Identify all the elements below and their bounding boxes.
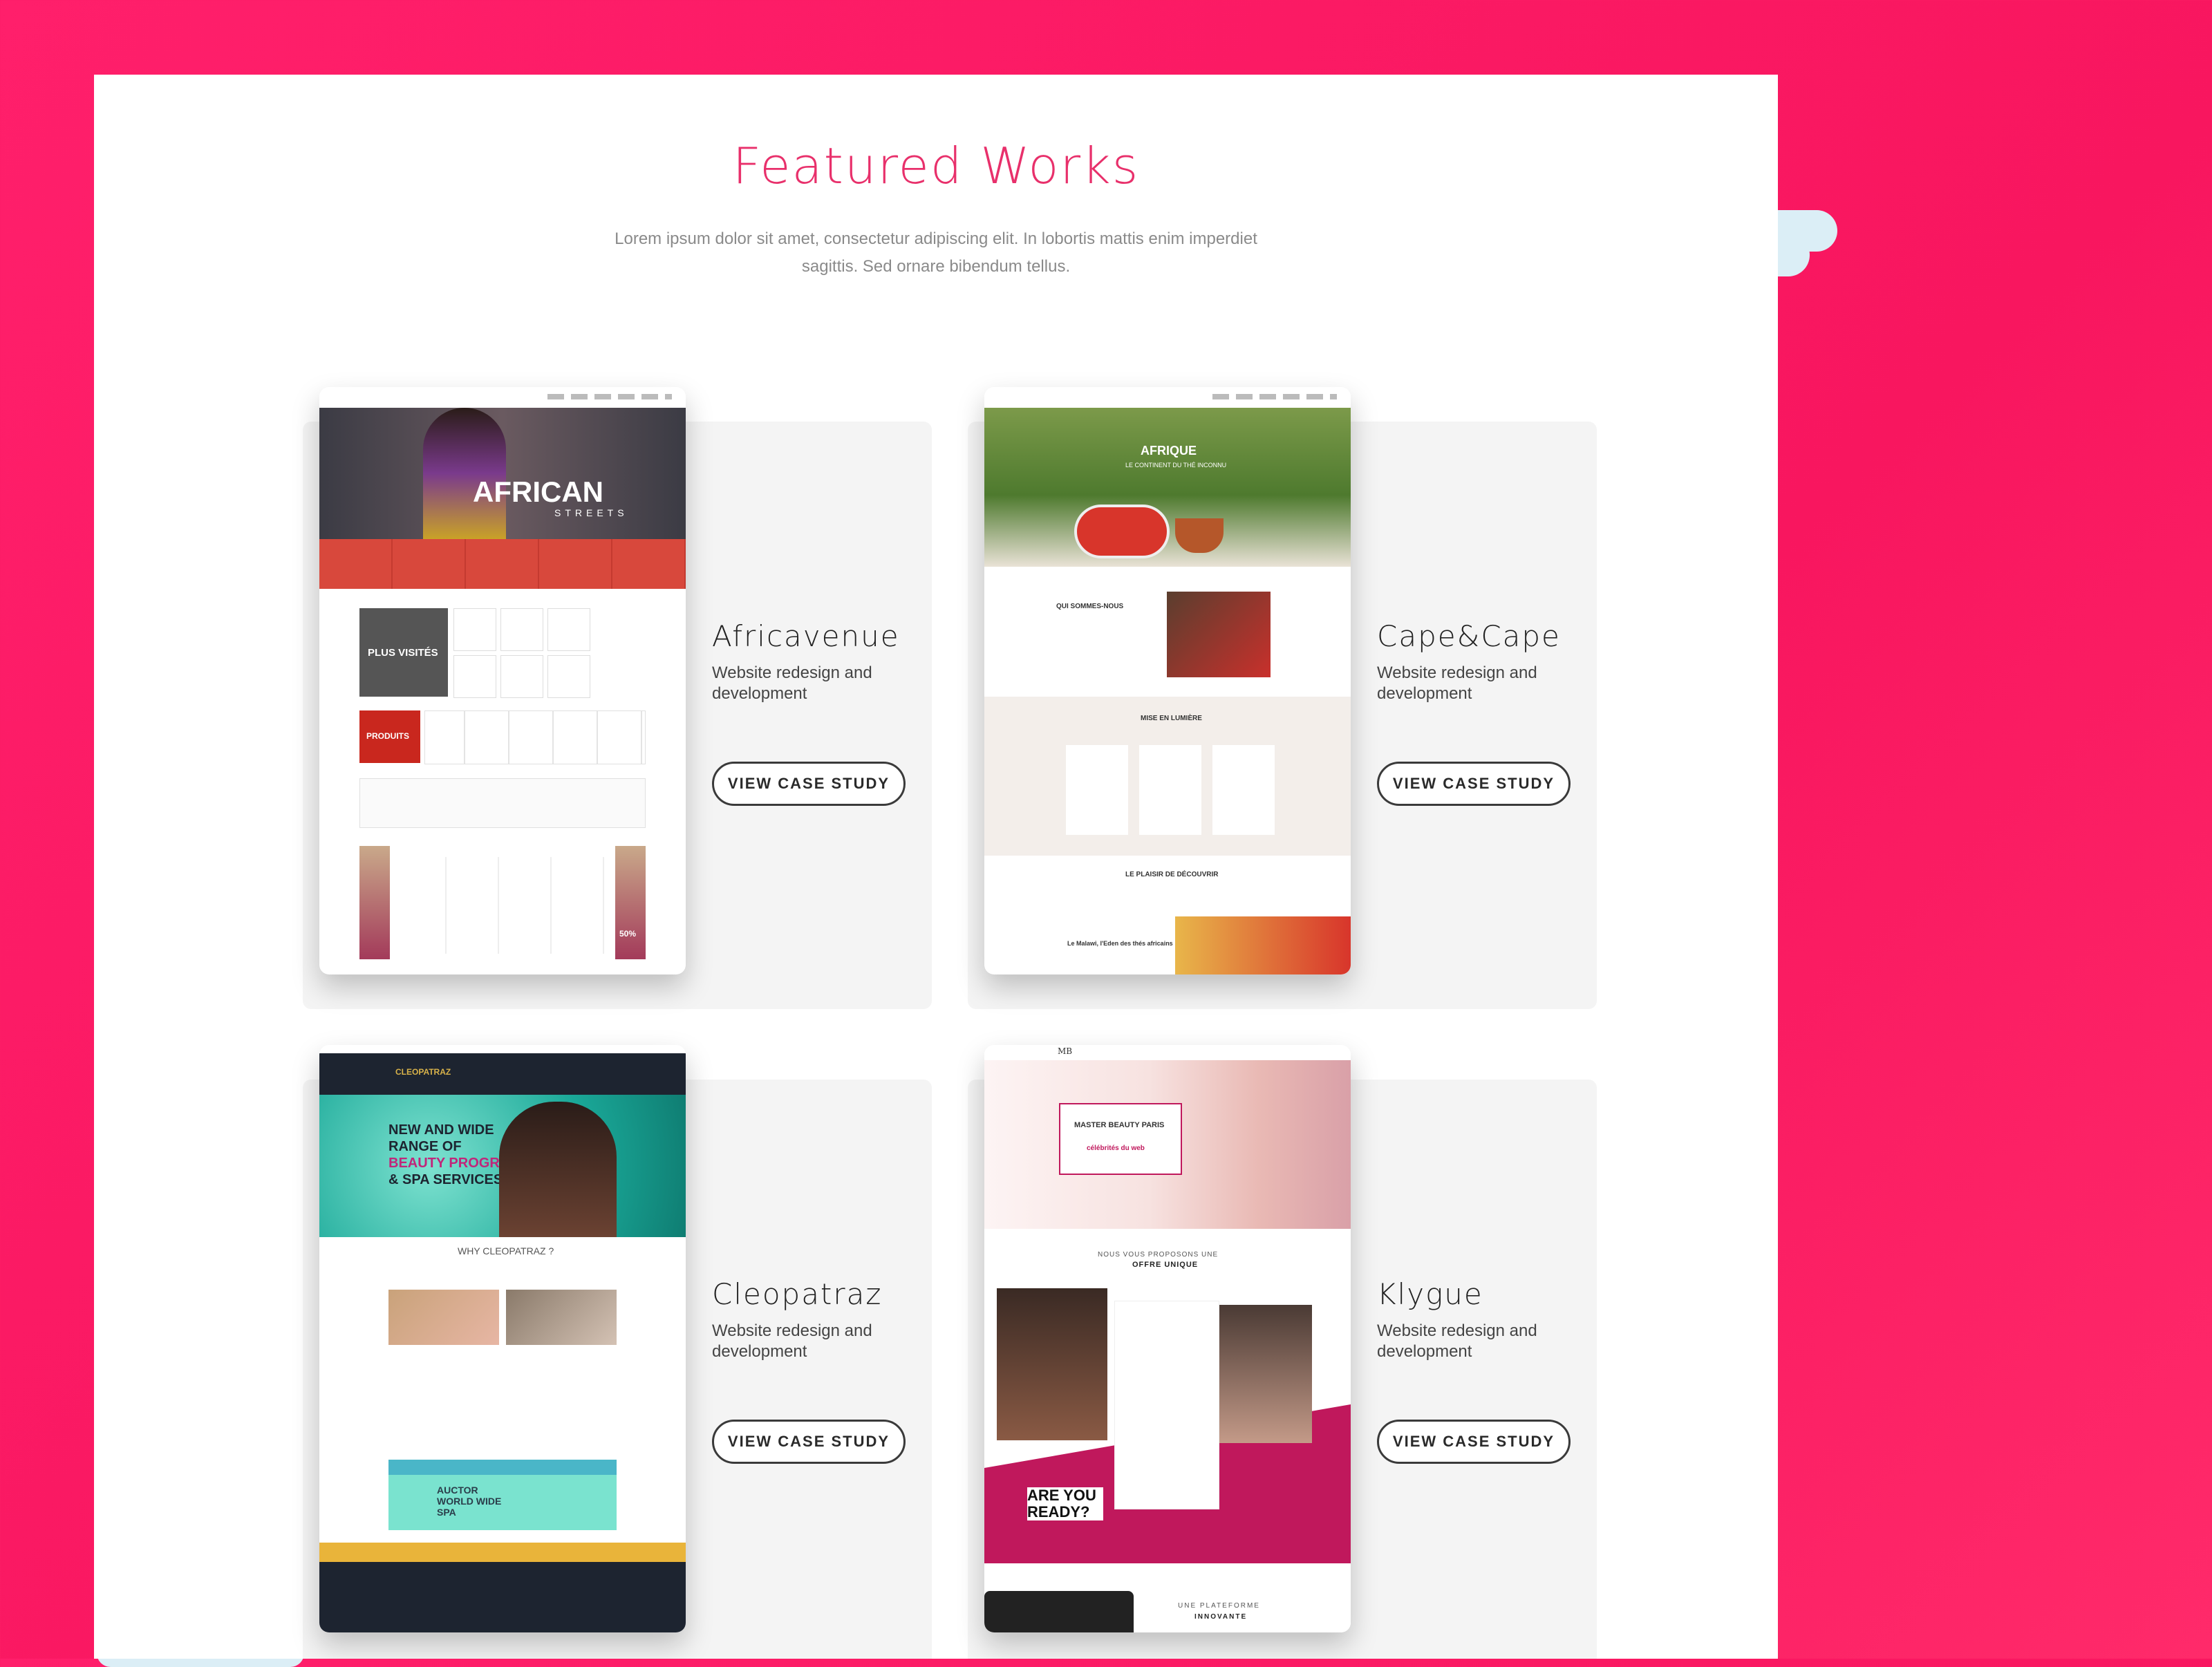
side-ad-right: 50% xyxy=(615,846,646,959)
work-info-cleopatraz: Cleopatraz Website redesign and developm… xyxy=(712,1277,906,1362)
shot-footer xyxy=(319,1562,686,1632)
shot-header: CLEOPATRAZ xyxy=(319,1053,686,1095)
side-ad-left xyxy=(359,846,390,959)
view-case-study-button[interactable]: VIEW CASE STUDY xyxy=(712,1420,906,1464)
hero-figure xyxy=(423,408,506,539)
laptop-image xyxy=(984,1591,1134,1632)
tea-tin xyxy=(1074,505,1170,558)
hero-banner: NEW AND WIDE RANGE OF BEAUTY PROGRAMS & … xyxy=(319,1095,686,1237)
hero-banner: AFRICAN STREETS xyxy=(319,408,686,539)
work-info-capecape: Cape&Cape Website redesign and developme… xyxy=(1377,619,1571,704)
about-title: QUI SOMMES-NOUS xyxy=(1056,603,1124,610)
auctor-banner: AUCTOR WORLD WIDE SPA xyxy=(388,1475,617,1530)
product-card xyxy=(1212,745,1275,835)
work-description: Website redesign and development xyxy=(712,1321,872,1361)
discover-title: LE PLAISIR DE DÉCOUVRIR xyxy=(1125,871,1219,878)
view-case-study-button[interactable]: VIEW CASE STUDY xyxy=(712,762,906,806)
product-tile xyxy=(547,655,590,698)
shot-header: MB xyxy=(984,1045,1351,1060)
work-name: Klygue xyxy=(1377,1277,1483,1311)
work-description: Website redesign and development xyxy=(1377,1321,1537,1361)
shot-navbar xyxy=(984,387,1351,408)
work-name: Africavenue xyxy=(712,619,900,653)
hero-title: AFRIQUE xyxy=(1141,444,1197,458)
work-name: Cape&Cape xyxy=(1377,619,1561,653)
spa-photo xyxy=(506,1290,617,1345)
work-description: Website redesign and development xyxy=(712,663,872,703)
hero-banner: MASTER BEAUTY PARIS célébrités du web xyxy=(984,1060,1351,1229)
spotlight-section: MISE EN LUMIÈRE xyxy=(984,697,1351,856)
spa-photo xyxy=(388,1290,499,1345)
why-title: WHY CLEOPATRAZ ? xyxy=(458,1245,554,1256)
portrait-left xyxy=(997,1288,1107,1440)
hero-subtitle: STREETS xyxy=(554,507,628,518)
shot-navbar xyxy=(319,387,686,408)
africavenue-screenshot[interactable]: AFRICAN STREETS PLUS VISITÉS PRODUITS 50… xyxy=(319,387,686,974)
capecape-screenshot[interactable]: AFRIQUE LE CONTINENT DU THÉ INCONNU QUI … xyxy=(984,387,1351,974)
discover-image xyxy=(1175,916,1351,974)
work-info-africavenue: Africavenue Website redesign and develop… xyxy=(712,619,906,704)
platform-section: UNE PLATEFORME INNOVANTE xyxy=(984,1563,1351,1632)
discover-feature: Le Malawi, l'Eden des thés africains xyxy=(1067,940,1173,947)
product-tile xyxy=(453,608,496,651)
ready-text: ARE YOU READY? xyxy=(1027,1487,1103,1520)
category-strip xyxy=(319,539,686,589)
brand-logo: MB xyxy=(1058,1046,1073,1056)
klygue-screenshot[interactable]: MB MASTER BEAUTY PARIS célébrités du web… xyxy=(984,1045,1351,1632)
view-case-study-button[interactable]: VIEW CASE STUDY xyxy=(1377,762,1571,806)
work-info-klygue: Klygue Website redesign and development xyxy=(1377,1277,1571,1362)
shot-topbar xyxy=(319,1045,686,1053)
product-grid xyxy=(400,857,607,954)
product-tile xyxy=(547,608,590,651)
hero-model xyxy=(499,1102,617,1237)
newsletter-bar xyxy=(319,1543,686,1562)
hero-banner: AFRIQUE LE CONTINENT DU THÉ INCONNU xyxy=(984,408,1351,567)
service-row xyxy=(359,778,646,828)
product-card xyxy=(1139,745,1201,835)
work-name: Cleopatraz xyxy=(712,1277,883,1311)
section-subtitle: Lorem ipsum dolor sit amet, consectetur … xyxy=(615,229,1257,276)
tea-cup xyxy=(1175,518,1224,553)
products-box: PRODUITS xyxy=(359,710,420,763)
offer-l1: NOUS VOUS PROPOSONS UNE xyxy=(1098,1251,1219,1259)
product-card xyxy=(1066,745,1128,835)
featured-works-panel: Featured Works Lorem ipsum dolor sit ame… xyxy=(94,75,1778,1659)
about-image xyxy=(1167,592,1271,677)
product-tile xyxy=(500,608,543,651)
steps-card xyxy=(1114,1301,1219,1509)
promo-plus-visites: PLUS VISITÉS xyxy=(359,608,448,697)
section-title: Featured Works xyxy=(732,137,1140,195)
product-row xyxy=(424,710,646,764)
sale-badge: 50% xyxy=(619,929,637,939)
brand-logo: CLEOPATRAZ xyxy=(395,1067,451,1077)
cleopatraz-screenshot[interactable]: CLEOPATRAZ NEW AND WIDE RANGE OF BEAUTY … xyxy=(319,1045,686,1632)
product-tile xyxy=(500,655,543,698)
hero-subtitle: LE CONTINENT DU THÉ INCONNU xyxy=(1125,462,1227,469)
offer-l2: OFFRE UNIQUE xyxy=(1132,1261,1199,1269)
work-description: Website redesign and development xyxy=(1377,663,1537,703)
hero-title: AFRICAN xyxy=(473,475,603,508)
hero-box: MASTER BEAUTY PARIS célébrités du web xyxy=(1059,1103,1182,1175)
product-tile xyxy=(453,655,496,698)
view-case-study-button[interactable]: VIEW CASE STUDY xyxy=(1377,1420,1571,1464)
portrait-right xyxy=(1219,1305,1312,1443)
